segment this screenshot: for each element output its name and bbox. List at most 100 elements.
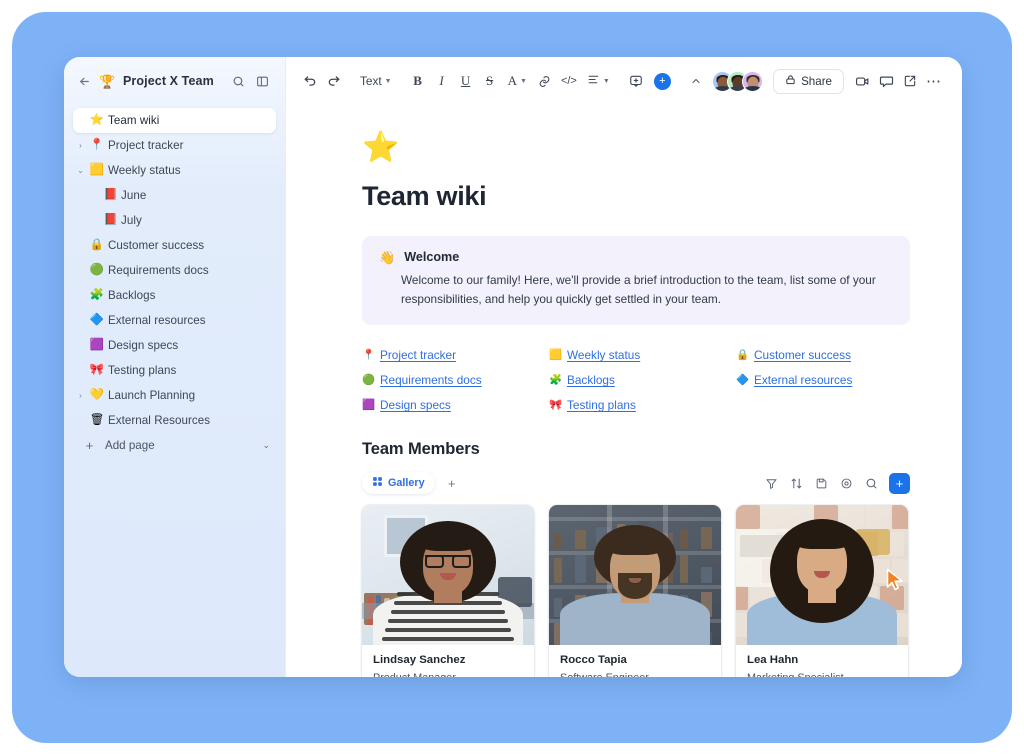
strikethrough-button[interactable]: S (478, 68, 502, 94)
sidebar-item-external-resources[interactable]: 🔷 External resources (73, 308, 276, 333)
add-view-button[interactable]: + (442, 473, 462, 493)
search-icon[interactable] (230, 73, 247, 90)
comment-add-icon[interactable] (624, 68, 648, 94)
add-page-label: Add page (105, 439, 155, 452)
chat-bubble-icon[interactable] (874, 68, 898, 94)
page-link-external-resources[interactable]: 🔷 External resources (736, 373, 910, 387)
sidebar-item-design-specs[interactable]: 🟪 Design specs (73, 333, 276, 358)
chevron-down-icon: ▼ (384, 77, 392, 85)
page-link-emoji: 🔷 (736, 373, 750, 386)
bold-button[interactable]: B (406, 68, 430, 94)
sidebar-item-project-tracker[interactable]: › 📍 Project tracker (73, 133, 276, 158)
video-camera-icon[interactable] (850, 68, 874, 94)
more-horizontal-icon[interactable]: ⋯ (922, 68, 946, 94)
text-color-button[interactable]: A ▼ (502, 68, 533, 94)
filter-icon[interactable] (761, 473, 782, 494)
collapse-icon[interactable] (684, 68, 708, 94)
page-link-design-specs[interactable]: 🟪 Design specs (362, 398, 549, 412)
sort-icon[interactable] (786, 473, 807, 494)
link-icon[interactable] (533, 68, 557, 94)
page-link-emoji: 🎀 (549, 398, 563, 411)
table-row[interactable]: Lea Hahn Marketing Specialist (736, 505, 908, 677)
page-link-backlogs[interactable]: 🧩 Backlogs (549, 373, 736, 387)
sidebar-item-july[interactable]: 📕 July (73, 208, 276, 233)
sidebar-item-launch-planning[interactable]: › 💛 Launch Planning (73, 383, 276, 408)
chevron-down-icon[interactable]: ⌄ (262, 440, 270, 451)
sidebar-item-emoji: 🎀 (89, 363, 105, 376)
sidebar-item-emoji: 🟪 (89, 338, 105, 351)
align-button[interactable]: ▼ (581, 68, 616, 94)
save-view-icon[interactable] (811, 473, 832, 494)
sidebar-item-testing-plans[interactable]: 🎀 Testing plans (73, 358, 276, 383)
gallery-grid-icon (372, 474, 383, 492)
avatar[interactable] (742, 70, 764, 92)
chevron-down-icon: ▼ (519, 77, 527, 85)
sidebar-item-label: Customer success (108, 239, 205, 252)
lock-icon (785, 74, 796, 88)
page-link-customer-success[interactable]: 🔒 Customer success (736, 348, 910, 362)
settings-icon[interactable] (836, 473, 857, 494)
page-link-requirements-docs[interactable]: 🟢 Requirements docs (362, 373, 549, 387)
member-meta: Lindsay Sanchez Product Manager (362, 645, 534, 677)
chevron-right-icon[interactable]: › (73, 141, 88, 150)
add-record-button[interactable]: + (889, 472, 910, 494)
workspace-title: Project X Team (123, 74, 214, 88)
code-button[interactable]: </> (557, 68, 581, 94)
member-meta: Rocco Tapia Software Engineer (549, 645, 721, 677)
chevron-right-icon[interactable]: › (73, 391, 88, 400)
sidebar-item-label: External resources (108, 314, 206, 327)
sidebar-item-emoji: 📕 (103, 188, 119, 201)
sidebar-item-weekly-status[interactable]: ⌄ 🟨 Weekly status (73, 158, 276, 183)
sidebar-item-label: Launch Planning (108, 389, 196, 402)
add-page-button[interactable]: + Add page ⌄ (73, 433, 276, 458)
chevron-down-icon: ▼ (602, 77, 610, 85)
text-style-dropdown[interactable]: Text ▼ (354, 68, 398, 94)
sidebar-item-label: Design specs (108, 339, 179, 352)
trophy-icon: 🏆 (99, 73, 116, 89)
page-emoji[interactable]: ⭐ (362, 133, 910, 163)
page-link-label: Design specs (380, 398, 451, 413)
member-photo (736, 505, 908, 646)
undo-icon[interactable] (298, 68, 322, 94)
callout-body: Welcome to our family! Here, we'll provi… (401, 273, 876, 307)
sidebar-item-june[interactable]: 📕 June (73, 183, 276, 208)
sidebar-item-customer-success[interactable]: 🔒 Customer success (73, 233, 276, 258)
table-row[interactable]: Lindsay Sanchez Product Manager (362, 505, 534, 677)
table-row[interactable]: Rocco Tapia Software Engineer (549, 505, 721, 677)
page-link-emoji: 🟨 (549, 348, 563, 361)
back-arrow-icon[interactable] (77, 74, 92, 89)
member-photo (362, 505, 534, 646)
member-name: Rocco Tapia (560, 654, 627, 667)
view-tab-gallery[interactable]: Gallery (362, 472, 435, 495)
open-external-icon[interactable] (898, 68, 922, 94)
page-link-label: Testing plans (567, 398, 636, 413)
page-link-testing-plans[interactable]: 🎀 Testing plans (549, 398, 736, 412)
sidebar: 🏆 Project X Team ⭐ Team wiki › 📍 Project tra… (64, 57, 286, 677)
search-icon[interactable] (861, 473, 882, 494)
page-link-label: External resources (754, 373, 853, 388)
member-name: Lea Hahn (747, 654, 799, 667)
page-link-project-tracker[interactable]: 📍 Project tracker (362, 348, 549, 362)
page-link-weekly-status[interactable]: 🟨 Weekly status (549, 348, 736, 362)
collaborator-avatars[interactable] (712, 70, 764, 92)
sidebar-item-label: Team wiki (108, 114, 160, 127)
sidebar-item-external-resources[interactable]: 🗑 External Resources (73, 408, 276, 433)
sidebar-item-backlogs[interactable]: 🧩 Backlogs (73, 283, 276, 308)
sidebar-item-emoji: 🔷 (89, 313, 105, 326)
page-link-emoji: 🟢 (362, 373, 376, 386)
insert-block-button[interactable]: + (653, 72, 671, 90)
sidebar-item-emoji: 🟢 (89, 263, 105, 276)
underline-button[interactable]: U (454, 68, 478, 94)
chevron-down-icon[interactable]: ⌄ (73, 166, 88, 175)
redo-icon[interactable] (322, 68, 346, 94)
sidebar-item-team-wiki[interactable]: ⭐ Team wiki (73, 108, 276, 133)
page-link-emoji: 🟪 (362, 398, 376, 411)
sidebar-item-label: Backlogs (108, 289, 156, 302)
italic-button[interactable]: I (430, 68, 454, 94)
editor-toolbar: Text ▼ B I U S A ▼ </> ▼ + Share ⋯ (286, 57, 962, 105)
page-link-emoji: 🧩 (549, 373, 563, 386)
share-button[interactable]: Share (773, 68, 844, 94)
toggle-panel-icon[interactable] (254, 73, 271, 90)
sidebar-header: 🏆 Project X Team (64, 57, 285, 105)
sidebar-item-requirements-docs[interactable]: 🟢 Requirements docs (73, 258, 276, 283)
